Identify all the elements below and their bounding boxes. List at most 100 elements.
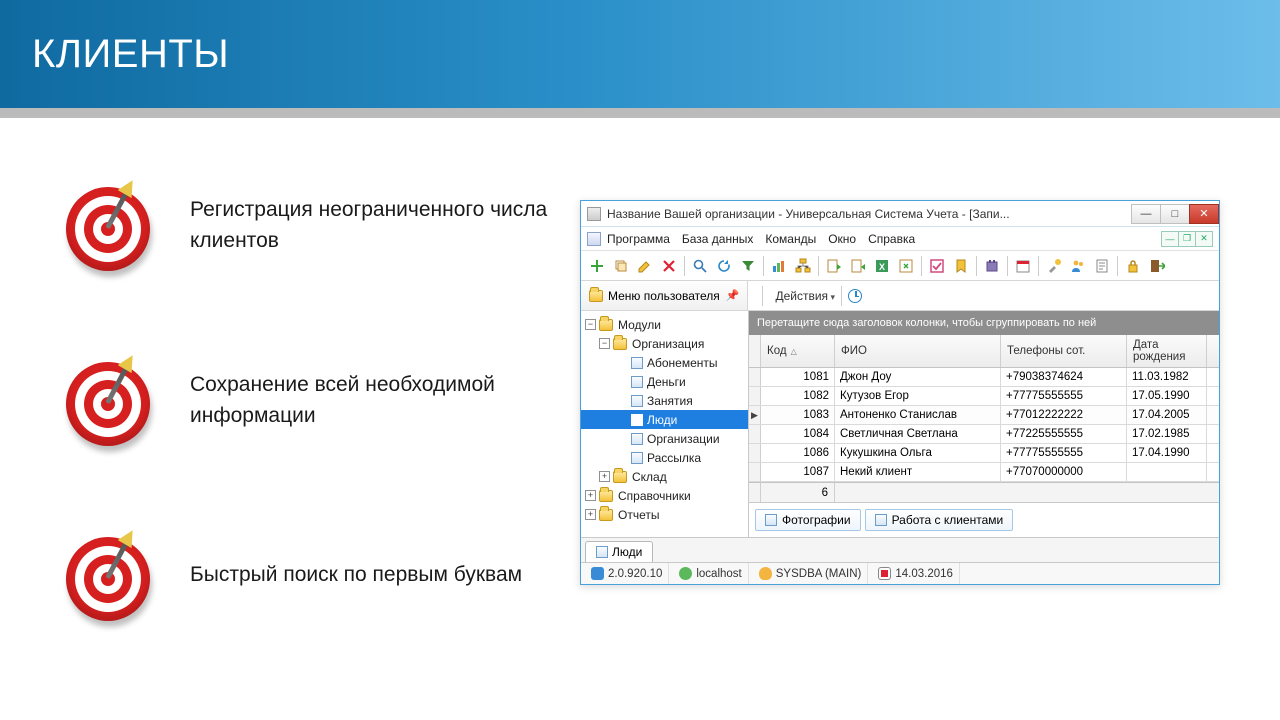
cell-tel: +77775555555 xyxy=(1001,387,1127,405)
cell-dob: 11.03.1982 xyxy=(1127,368,1207,386)
menu-help[interactable]: Справка xyxy=(868,232,915,246)
tools-button[interactable] xyxy=(1043,255,1065,277)
row-indicator-header xyxy=(749,335,761,367)
sub-tab-photos[interactable]: Фотографии xyxy=(755,509,861,531)
footer-count: 6 xyxy=(761,483,835,502)
column-header-dob[interactable]: Дата рождения xyxy=(1127,335,1207,367)
mdi-minimize-button[interactable]: — xyxy=(1161,231,1179,247)
calendar-icon xyxy=(878,567,891,580)
pin-icon[interactable]: 📌 xyxy=(726,289,740,302)
host-icon xyxy=(679,567,692,580)
chart-button[interactable] xyxy=(768,255,790,277)
history-icon[interactable] xyxy=(848,289,862,303)
form-icon xyxy=(587,232,601,246)
search-button[interactable] xyxy=(689,255,711,277)
sub-tab-work-with-clients[interactable]: Работа с клиентами xyxy=(865,509,1014,531)
status-user: SYSDBA (MAIN) xyxy=(753,563,869,584)
bookmark-button[interactable] xyxy=(950,255,972,277)
folder-icon xyxy=(599,509,613,521)
mdi-restore-button[interactable]: ❐ xyxy=(1178,231,1196,247)
table-row[interactable]: 1087Некий клиент+77070000000 xyxy=(749,463,1219,482)
export-pdf-button[interactable] xyxy=(895,255,917,277)
menu-window[interactable]: Окно xyxy=(828,232,856,246)
users-button[interactable] xyxy=(1067,255,1089,277)
table-row[interactable]: 1086Кукушкина Ольга+7777555555517.04.199… xyxy=(749,444,1219,463)
column-header-fio[interactable]: ФИО xyxy=(835,335,1001,367)
close-button[interactable]: ✕ xyxy=(1189,204,1219,224)
document-tab-people[interactable]: Люди xyxy=(585,541,653,562)
main-zone: − Модули − Организация Абонементы Деньги… xyxy=(581,311,1219,537)
tree-node-classes[interactable]: Занятия xyxy=(581,391,748,410)
tree-node-subscriptions[interactable]: Абонементы xyxy=(581,353,748,372)
delete-button[interactable] xyxy=(658,255,680,277)
tree-node-organizations[interactable]: Организации xyxy=(581,429,748,448)
edit-button[interactable] xyxy=(634,255,656,277)
tree-node-organization[interactable]: − Организация xyxy=(581,334,748,353)
main-toolbar: X xyxy=(581,251,1219,281)
refresh-button[interactable] xyxy=(713,255,735,277)
add-button[interactable] xyxy=(586,255,608,277)
table-row[interactable]: 1081Джон Доу+7903837462411.03.1982 xyxy=(749,368,1219,387)
cell-code: 1084 xyxy=(761,425,835,443)
window-title: Название Вашей организации - Универсальн… xyxy=(607,207,1132,221)
menu-program[interactable]: Программа xyxy=(607,232,670,246)
copy-button[interactable] xyxy=(610,255,632,277)
hierarchy-button[interactable] xyxy=(792,255,814,277)
menu-database[interactable]: База данных xyxy=(682,232,753,246)
lock-button[interactable] xyxy=(1122,255,1144,277)
cell-fio: Джон Доу xyxy=(835,368,1001,386)
tree-node-reports[interactable]: +Отчеты xyxy=(581,505,748,524)
cell-tel: +79038374624 xyxy=(1001,368,1127,386)
row-indicator xyxy=(749,444,761,462)
folder-icon xyxy=(599,319,613,331)
hero-divider xyxy=(0,108,1280,118)
titlebar[interactable]: Название Вашей организации - Универсальн… xyxy=(581,201,1219,227)
app-window: Название Вашей организации - Универсальн… xyxy=(580,200,1220,585)
tree-node-modules[interactable]: − Модули xyxy=(581,315,748,334)
table-row[interactable]: 1082Кутузов Егор+7777555555517.05.1990 xyxy=(749,387,1219,406)
calendar-button[interactable] xyxy=(1012,255,1034,277)
user-menu-button[interactable]: Меню пользователя 📌 xyxy=(581,281,748,310)
folder-icon xyxy=(613,338,627,350)
tree-node-people[interactable]: Люди xyxy=(581,410,748,429)
column-header-code[interactable]: Код△ xyxy=(761,335,835,367)
report-button[interactable] xyxy=(1091,255,1113,277)
import-button[interactable] xyxy=(823,255,845,277)
table-row[interactable]: 1084Светличная Светлана+7722555555517.02… xyxy=(749,425,1219,444)
export-button[interactable] xyxy=(847,255,869,277)
row-indicator: ▶ xyxy=(749,406,761,424)
tree-node-mailing[interactable]: Рассылка xyxy=(581,448,748,467)
page-icon xyxy=(631,414,643,426)
page-icon xyxy=(765,514,777,526)
user-menu-label: Меню пользователя xyxy=(608,289,720,303)
tree-node-references[interactable]: +Справочники xyxy=(581,486,748,505)
grid-body: 1081Джон Доу+7903837462411.03.19821082Ку… xyxy=(749,368,1219,482)
bullet-item: Сохранение всей необходимой информации xyxy=(60,353,560,448)
menu-commands[interactable]: Команды xyxy=(765,232,816,246)
filter-button[interactable] xyxy=(737,255,759,277)
tree-node-warehouse[interactable]: +Склад xyxy=(581,467,748,486)
tree-node-money[interactable]: Деньги xyxy=(581,372,748,391)
cell-code: 1083 xyxy=(761,406,835,424)
actions-dropdown[interactable]: Действия xyxy=(775,289,835,303)
bullet-text: Регистрация неограниченного числа клиент… xyxy=(190,195,560,256)
exit-button[interactable] xyxy=(1146,255,1168,277)
group-by-bar[interactable]: Перетащите сюда заголовок колонки, чтобы… xyxy=(749,311,1219,335)
hero-banner: КЛИЕНТЫ xyxy=(0,0,1280,108)
secondary-toolbar: Меню пользователя 📌 Действия xyxy=(581,281,1219,311)
column-header-tel[interactable]: Телефоны сот. xyxy=(1001,335,1127,367)
actions-zone: Действия xyxy=(748,281,870,310)
mark-button[interactable] xyxy=(926,255,948,277)
cell-fio: Кутузов Егор xyxy=(835,387,1001,405)
page-icon xyxy=(631,357,643,369)
bullet-item: Быстрый поиск по первым буквам xyxy=(60,528,560,623)
bullet-list: Регистрация неограниченного числа клиент… xyxy=(0,178,560,703)
mdi-close-button[interactable]: ✕ xyxy=(1195,231,1213,247)
tree-pane: − Модули − Организация Абонементы Деньги… xyxy=(581,311,749,537)
export-excel-button[interactable]: X xyxy=(871,255,893,277)
svg-text:X: X xyxy=(879,262,885,272)
minimize-button[interactable]: — xyxy=(1131,204,1161,224)
plugin-button[interactable] xyxy=(981,255,1003,277)
maximize-button[interactable]: □ xyxy=(1160,204,1190,224)
table-row[interactable]: ▶1083Антоненко Станислав+7701222222217.0… xyxy=(749,406,1219,425)
